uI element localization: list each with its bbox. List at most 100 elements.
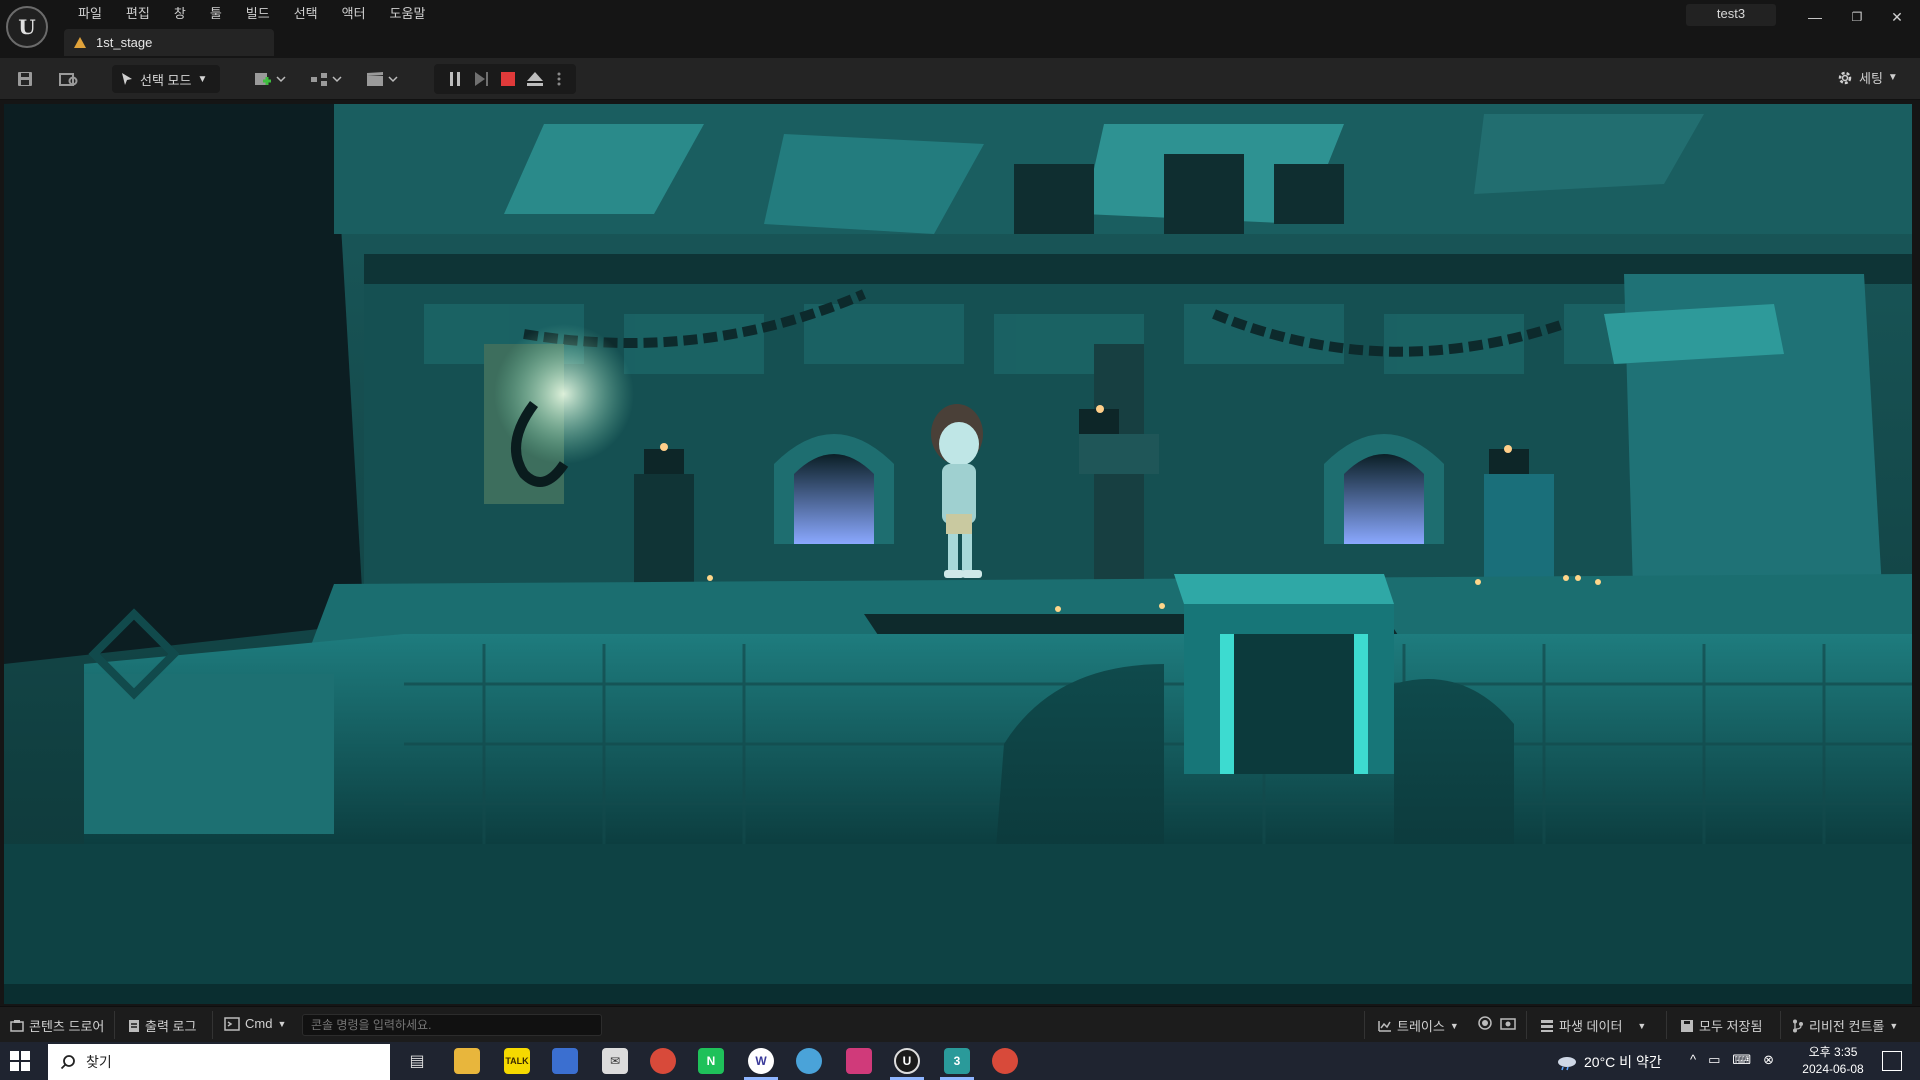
taskbar-search[interactable]: 찾기 <box>48 1044 390 1080</box>
console-input[interactable] <box>302 1014 602 1036</box>
revision-control-label: 리비전 컨트롤 <box>1809 1019 1885 1034</box>
skip-frame-icon[interactable] <box>470 68 492 90</box>
taskbar-search-label: 찾기 <box>86 1054 112 1070</box>
cinematics-icon[interactable] <box>362 68 402 90</box>
menu-build[interactable]: 빌드 <box>234 2 282 24</box>
unreal-engine-icon[interactable]: U <box>894 1048 920 1074</box>
system-tray[interactable]: ^ ▭ ⌨ ⊗ <box>1690 1052 1774 1068</box>
keyboard-icon[interactable]: ⌨ <box>1732 1052 1751 1068</box>
menu-bar: 파일 편집 창 툴 빌드 선택 액터 도움말 <box>66 2 437 24</box>
divider <box>1780 1011 1781 1039</box>
browse-icon[interactable] <box>58 68 80 90</box>
output-log-label: 출력 로그 <box>145 1019 197 1034</box>
level-tab-label: 1st_stage <box>96 35 153 50</box>
chevron-down-icon: ▼ <box>1889 1020 1899 1031</box>
status-bar: 콘텐츠 드로어 출력 로그 Cmd ▼ 트레이스 ▼ 파생 데이터 ▼ 모두 저… <box>0 1006 1920 1042</box>
kakaotalk-icon[interactable]: TALK <box>504 1048 530 1074</box>
windows-taskbar: 찾기 ▤ TALK ✉ N W U 3 20°C 비 약간 ^ ▭ ⌨ ⊗ 오후… <box>0 1042 1920 1080</box>
title-bar: U 파일 편집 창 툴 빌드 선택 액터 도움말 1st_stage test3… <box>0 0 1920 58</box>
database-icon <box>1541 1019 1553 1032</box>
more-options-icon[interactable] <box>548 68 570 90</box>
branch-icon <box>1793 1019 1803 1032</box>
store-icon[interactable] <box>552 1048 578 1074</box>
save-all-icon <box>1681 1019 1693 1032</box>
menu-help[interactable]: 도움말 <box>378 2 438 24</box>
derived-data-label: 파생 데이터 <box>1559 1019 1623 1034</box>
clock-time: 오후 3:35 <box>1808 1045 1858 1059</box>
minimize-button[interactable]: — <box>1800 6 1830 28</box>
menu-actor[interactable]: 액터 <box>330 2 378 24</box>
chevron-down-icon: ▼ <box>1887 72 1898 83</box>
derived-data-dropdown[interactable]: 파생 데이터 ▼ <box>1540 1016 1646 1035</box>
trace-dropdown[interactable]: 트레이스 ▼ <box>1378 1016 1459 1035</box>
task-view-icon[interactable]: ▤ <box>404 1048 430 1074</box>
whale-icon[interactable]: W <box>748 1048 774 1074</box>
mail-icon[interactable]: ✉ <box>602 1048 628 1074</box>
clock-date: 2024-06-08 <box>1802 1062 1864 1076</box>
chevron-up-icon[interactable]: ^ <box>1690 1052 1696 1068</box>
level-viewport[interactable] <box>4 104 1912 1004</box>
revision-control-dropdown[interactable]: 리비전 컨트롤 ▼ <box>1792 1016 1898 1035</box>
3ds-max-icon[interactable]: 3 <box>944 1048 970 1074</box>
warning-icon <box>74 37 86 48</box>
weather-widget[interactable]: 20°C 비 약간 <box>1556 1052 1662 1072</box>
unreal-logo-icon[interactable]: U <box>6 6 48 48</box>
divider <box>1526 1011 1527 1039</box>
level-tab[interactable]: 1st_stage <box>64 29 274 56</box>
menu-tools[interactable]: 툴 <box>198 2 234 24</box>
chevron-down-icon: ▼ <box>1637 1020 1647 1031</box>
chrome-profile-icon[interactable] <box>992 1048 1018 1074</box>
network-icon[interactable]: ▭ <box>1708 1052 1720 1068</box>
eject-icon[interactable] <box>524 68 546 90</box>
notification-icon[interactable] <box>1882 1051 1902 1071</box>
edge-icon[interactable] <box>796 1048 822 1074</box>
save-all-label: 모두 저장됨 <box>1699 1019 1763 1034</box>
record-icon <box>1478 1016 1492 1030</box>
windows-start-icon[interactable] <box>10 1051 30 1071</box>
select-mode-dropdown[interactable]: 선택 모드 ▼ <box>112 65 220 93</box>
camera-icon <box>1500 1018 1516 1030</box>
restore-button[interactable]: ❐ <box>1842 6 1872 28</box>
settings-button[interactable]: 세팅 ▼ <box>1836 68 1898 87</box>
pause-icon[interactable] <box>444 68 466 90</box>
ime-icon[interactable]: ⊗ <box>1763 1052 1774 1068</box>
stop-icon[interactable] <box>497 68 519 90</box>
record-button[interactable] <box>1478 1016 1492 1030</box>
trace-label: 트레이스 <box>1397 1019 1445 1034</box>
content-drawer-button[interactable]: 콘텐츠 드로어 <box>10 1016 104 1035</box>
trace-icon <box>1378 1020 1391 1032</box>
divider <box>1364 1011 1365 1039</box>
chevron-down-icon: ▼ <box>1449 1020 1459 1031</box>
menu-window[interactable]: 창 <box>162 2 198 24</box>
log-icon <box>129 1019 139 1032</box>
chrome-icon[interactable] <box>650 1048 676 1074</box>
menu-select[interactable]: 선택 <box>282 2 330 24</box>
rain-cloud-icon <box>1558 1057 1576 1071</box>
menu-edit[interactable]: 편집 <box>114 2 162 24</box>
app-icon[interactable] <box>846 1048 872 1074</box>
gear-icon <box>1838 71 1852 84</box>
clock[interactable]: 오후 3:35 2024-06-08 <box>1790 1044 1876 1078</box>
weather-label: 20°C 비 약간 <box>1584 1054 1662 1070</box>
save-icon[interactable] <box>14 68 36 90</box>
terminal-icon <box>224 1016 240 1031</box>
select-mode-label: 선택 모드 <box>140 72 192 88</box>
blueprint-icon[interactable] <box>306 68 346 90</box>
menu-file[interactable]: 파일 <box>66 2 114 24</box>
chevron-down-icon: ▼ <box>277 1018 287 1029</box>
project-name: test3 <box>1686 4 1776 26</box>
add-actor-icon[interactable] <box>250 68 290 90</box>
cmd-dropdown[interactable]: Cmd ▼ <box>224 1016 286 1031</box>
close-button[interactable]: ✕ <box>1882 6 1912 28</box>
search-icon <box>60 1055 75 1070</box>
main-toolbar: 선택 모드 ▼ 세팅 ▼ <box>0 58 1920 100</box>
file-explorer-icon[interactable] <box>454 1048 480 1074</box>
drawer-icon <box>10 1019 24 1032</box>
divider <box>114 1011 115 1039</box>
save-all-button[interactable]: 모두 저장됨 <box>1680 1016 1762 1035</box>
naver-icon[interactable]: N <box>698 1048 724 1074</box>
divider <box>212 1011 213 1039</box>
cursor-icon <box>122 73 132 85</box>
screenshot-button[interactable] <box>1500 1016 1516 1030</box>
output-log-button[interactable]: 출력 로그 <box>128 1016 196 1035</box>
